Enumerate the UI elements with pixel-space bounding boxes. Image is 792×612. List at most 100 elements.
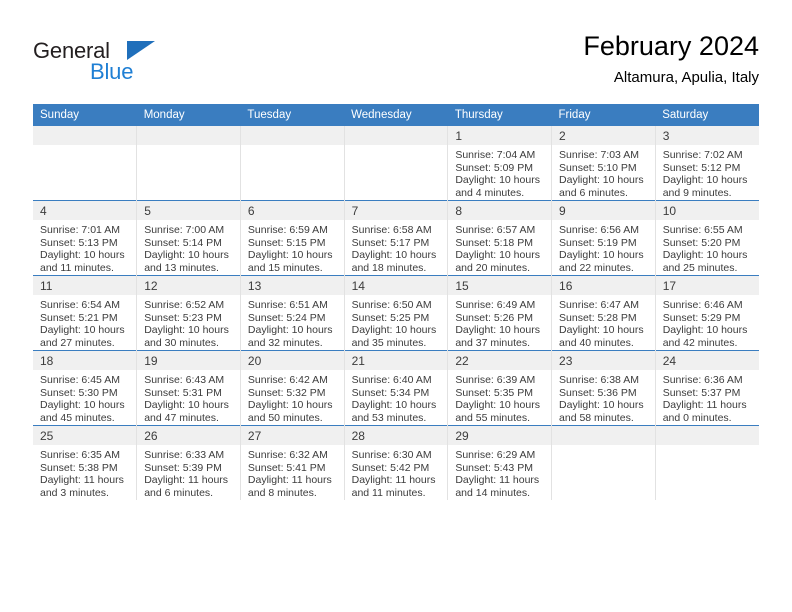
daylight-text-line2: and 45 minutes. [40,411,115,424]
calendar-day-cell[interactable]: 20 Sunrise: 6:42 AM Sunset: 5:32 PM Dayligh… [239,350,345,426]
day-number: 19 [144,354,158,368]
day-number-band: 2 [552,126,655,145]
day-details: Sunrise: 6:46 AM Sunset: 5:29 PM Daylight:… [656,295,759,349]
calendar-day-cell[interactable]: 4 Sunrise: 7:01 AM Sunset: 5:13 PM Daylight… [33,200,137,276]
sunset-text: Sunset: 5:28 PM [559,311,637,324]
calendar-day-cell[interactable]: 12 Sunrise: 6:52 AM Sunset: 5:23 PM Dayligh… [136,275,241,351]
daylight-text-line1: Daylight: 10 hours [351,324,437,337]
day-details: Sunrise: 6:33 AM Sunset: 5:39 PM Daylight:… [137,445,240,499]
calendar-day-cell[interactable]: 23 Sunrise: 6:38 AM Sunset: 5:36 PM Dayligh… [551,350,656,426]
calendar-day-cell[interactable]: 11 Sunrise: 6:54 AM Sunset: 5:21 PM Dayligh… [33,275,137,351]
sunset-text: Sunset: 5:09 PM [455,161,533,174]
day-details: Sunrise: 6:38 AM Sunset: 5:36 PM Daylight:… [552,370,655,424]
daylight-text-line1: Daylight: 10 hours [351,399,437,412]
calendar-day-cell[interactable]: 18 Sunrise: 6:45 AM Sunset: 5:30 PM Dayligh… [33,350,137,426]
daylight-text-line2: and 47 minutes. [144,411,219,424]
day-number: 6 [247,204,255,218]
sunset-text: Sunset: 5:30 PM [40,386,118,399]
daylight-text-line2: and 25 minutes. [662,261,738,274]
day-details: Sunrise: 6:57 AM Sunset: 5:18 PM Daylight:… [448,220,551,274]
sunset-text: Sunset: 5:12 PM [662,161,741,174]
calendar-day-cell[interactable]: 5 Sunrise: 7:00 AM Sunset: 5:14 PM Daylight… [136,200,241,276]
calendar-day-cell[interactable]: 24 Sunrise: 6:36 AM Sunset: 5:37 PM Dayligh… [654,350,759,426]
day-number-band: 1 [448,126,552,145]
sunrise-text: Sunrise: 6:36 AM [662,374,743,386]
weekday-header-friday: Friday [551,104,656,126]
daylight-text-line1: Daylight: 10 hours [662,324,748,337]
day-details: Sunrise: 6:45 AM Sunset: 5:30 PM Daylight:… [33,370,136,424]
sunset-text: Sunset: 5:17 PM [351,236,430,249]
day-number: 27 [247,429,262,443]
calendar-day-cell[interactable]: 29 Sunrise: 6:29 AM Sunset: 5:43 PM Dayligh… [447,425,552,500]
daylight-text-line1: Daylight: 11 hours [247,474,332,487]
sunrise-text: Sunrise: 6:33 AM [144,449,225,461]
calendar-day-cell[interactable]: 13 Sunrise: 6:51 AM Sunset: 5:24 PM Dayligh… [239,275,345,351]
sunrise-text: Sunrise: 6:38 AM [559,374,639,386]
general-blue-logo[interactable]: General Blue [33,38,233,90]
daylight-text-line2: and 30 minutes. [144,336,219,349]
sunset-text: Sunset: 5:13 PM [40,236,118,249]
daylight-text-line2: and 42 minutes. [662,336,738,349]
calendar-day-cell[interactable]: 10 Sunrise: 6:55 AM Sunset: 5:20 PM Dayligh… [654,200,759,276]
calendar-day-cell[interactable]: 21 Sunrise: 6:40 AM Sunset: 5:34 PM Dayligh… [343,350,448,426]
calendar-day-cell[interactable]: 16 Sunrise: 6:47 AM Sunset: 5:28 PM Dayligh… [551,275,656,351]
weekday-header-thursday: Thursday [447,104,552,126]
day-number: 16 [559,279,573,293]
weekday-header-saturday: Saturday [655,104,759,126]
sunrise-text: Sunrise: 7:00 AM [144,224,225,236]
daylight-text-line1: Daylight: 10 hours [455,324,540,337]
calendar-day-cell[interactable]: 8 Sunrise: 6:57 AM Sunset: 5:18 PM Daylight… [447,200,552,276]
day-number-band: 19 [137,351,240,370]
calendar-day-cell[interactable]: 14 Sunrise: 6:50 AM Sunset: 5:25 PM Dayligh… [343,275,448,351]
daylight-text-line1: Daylight: 10 hours [559,399,644,412]
calendar-day-cell[interactable]: 1 Sunrise: 7:04 AM Sunset: 5:09 PM Daylight… [447,126,552,201]
calendar-day-cell[interactable]: 19 Sunrise: 6:43 AM Sunset: 5:31 PM Dayligh… [136,350,241,426]
daylight-text-line1: Daylight: 10 hours [455,399,540,412]
calendar-day-cell[interactable]: 28 Sunrise: 6:30 AM Sunset: 5:42 PM Dayligh… [343,425,448,500]
sunrise-text: Sunrise: 6:42 AM [247,374,328,386]
sunrise-text: Sunrise: 6:29 AM [455,449,536,461]
daylight-text-line2: and 4 minutes. [455,186,525,199]
day-number-band: 18 [33,351,137,370]
daylight-text-line2: and 20 minutes. [455,261,531,274]
sunrise-text: Sunrise: 7:03 AM [559,149,639,161]
calendar-day-cell[interactable]: 15 Sunrise: 6:49 AM Sunset: 5:26 PM Dayligh… [447,275,552,351]
calendar-day-cell[interactable]: 9 Sunrise: 6:56 AM Sunset: 5:19 PM Daylight… [551,200,656,276]
day-number-band: 22 [448,351,552,370]
day-number-band: 28 [344,426,448,445]
sunrise-text: Sunrise: 6:51 AM [247,299,328,311]
day-number: 26 [144,429,158,443]
calendar-week-row: 25 Sunrise: 6:35 AM Sunset: 5:38 PM Dayligh… [33,425,759,500]
daylight-text-line1: Daylight: 11 hours [455,474,540,487]
calendar-day-cell[interactable]: 6 Sunrise: 6:59 AM Sunset: 5:15 PM Daylight… [239,200,345,276]
sunset-text: Sunset: 5:19 PM [559,236,637,249]
sunset-text: Sunset: 5:24 PM [247,311,326,324]
calendar-week-row: 18 Sunrise: 6:45 AM Sunset: 5:30 PM Dayligh… [33,350,759,426]
day-details: Sunrise: 6:51 AM Sunset: 5:24 PM Daylight:… [241,295,344,349]
calendar-day-cell[interactable]: 22 Sunrise: 6:39 AM Sunset: 5:35 PM Dayligh… [447,350,552,426]
calendar-day-cell[interactable]: 3 Sunrise: 7:02 AM Sunset: 5:12 PM Daylight… [654,126,759,201]
day-details: Sunrise: 6:40 AM Sunset: 5:34 PM Daylight:… [345,370,448,424]
day-number-band: 7 [344,201,448,220]
daylight-text-line2: and 27 minutes. [40,336,115,349]
daylight-text-line1: Daylight: 10 hours [247,324,333,337]
day-number-band [137,126,240,145]
daylight-text-line2: and 6 minutes. [144,486,214,499]
sunset-text: Sunset: 5:42 PM [351,461,430,474]
day-number: 11 [40,279,53,293]
sunrise-text: Sunrise: 6:35 AM [40,449,120,461]
calendar-day-cell[interactable]: 17 Sunrise: 6:46 AM Sunset: 5:29 PM Dayligh… [654,275,759,351]
day-number: 8 [455,204,462,218]
sunset-text: Sunset: 5:29 PM [662,311,741,324]
daylight-text-line1: Daylight: 10 hours [40,399,125,412]
calendar-day-cell[interactable]: 2 Sunrise: 7:03 AM Sunset: 5:10 PM Daylight… [551,126,656,201]
calendar-day-cell[interactable]: 25 Sunrise: 6:35 AM Sunset: 5:38 PM Dayligh… [33,425,137,500]
calendar-day-cell[interactable]: 26 Sunrise: 6:33 AM Sunset: 5:39 PM Dayligh… [136,425,241,500]
calendar-header-row: Sunday Monday Tuesday Wednesday Thursday… [33,104,759,126]
day-details: Sunrise: 7:01 AM Sunset: 5:13 PM Daylight:… [33,220,136,274]
day-details: Sunrise: 6:54 AM Sunset: 5:21 PM Daylight:… [33,295,136,349]
calendar-day-cell[interactable]: 7 Sunrise: 6:58 AM Sunset: 5:17 PM Daylight… [343,200,448,276]
calendar-week-row: 11 Sunrise: 6:54 AM Sunset: 5:21 PM Dayligh… [33,275,759,351]
sunset-text: Sunset: 5:26 PM [455,311,533,324]
calendar-day-cell[interactable]: 27 Sunrise: 6:32 AM Sunset: 5:41 PM Dayligh… [239,425,345,500]
